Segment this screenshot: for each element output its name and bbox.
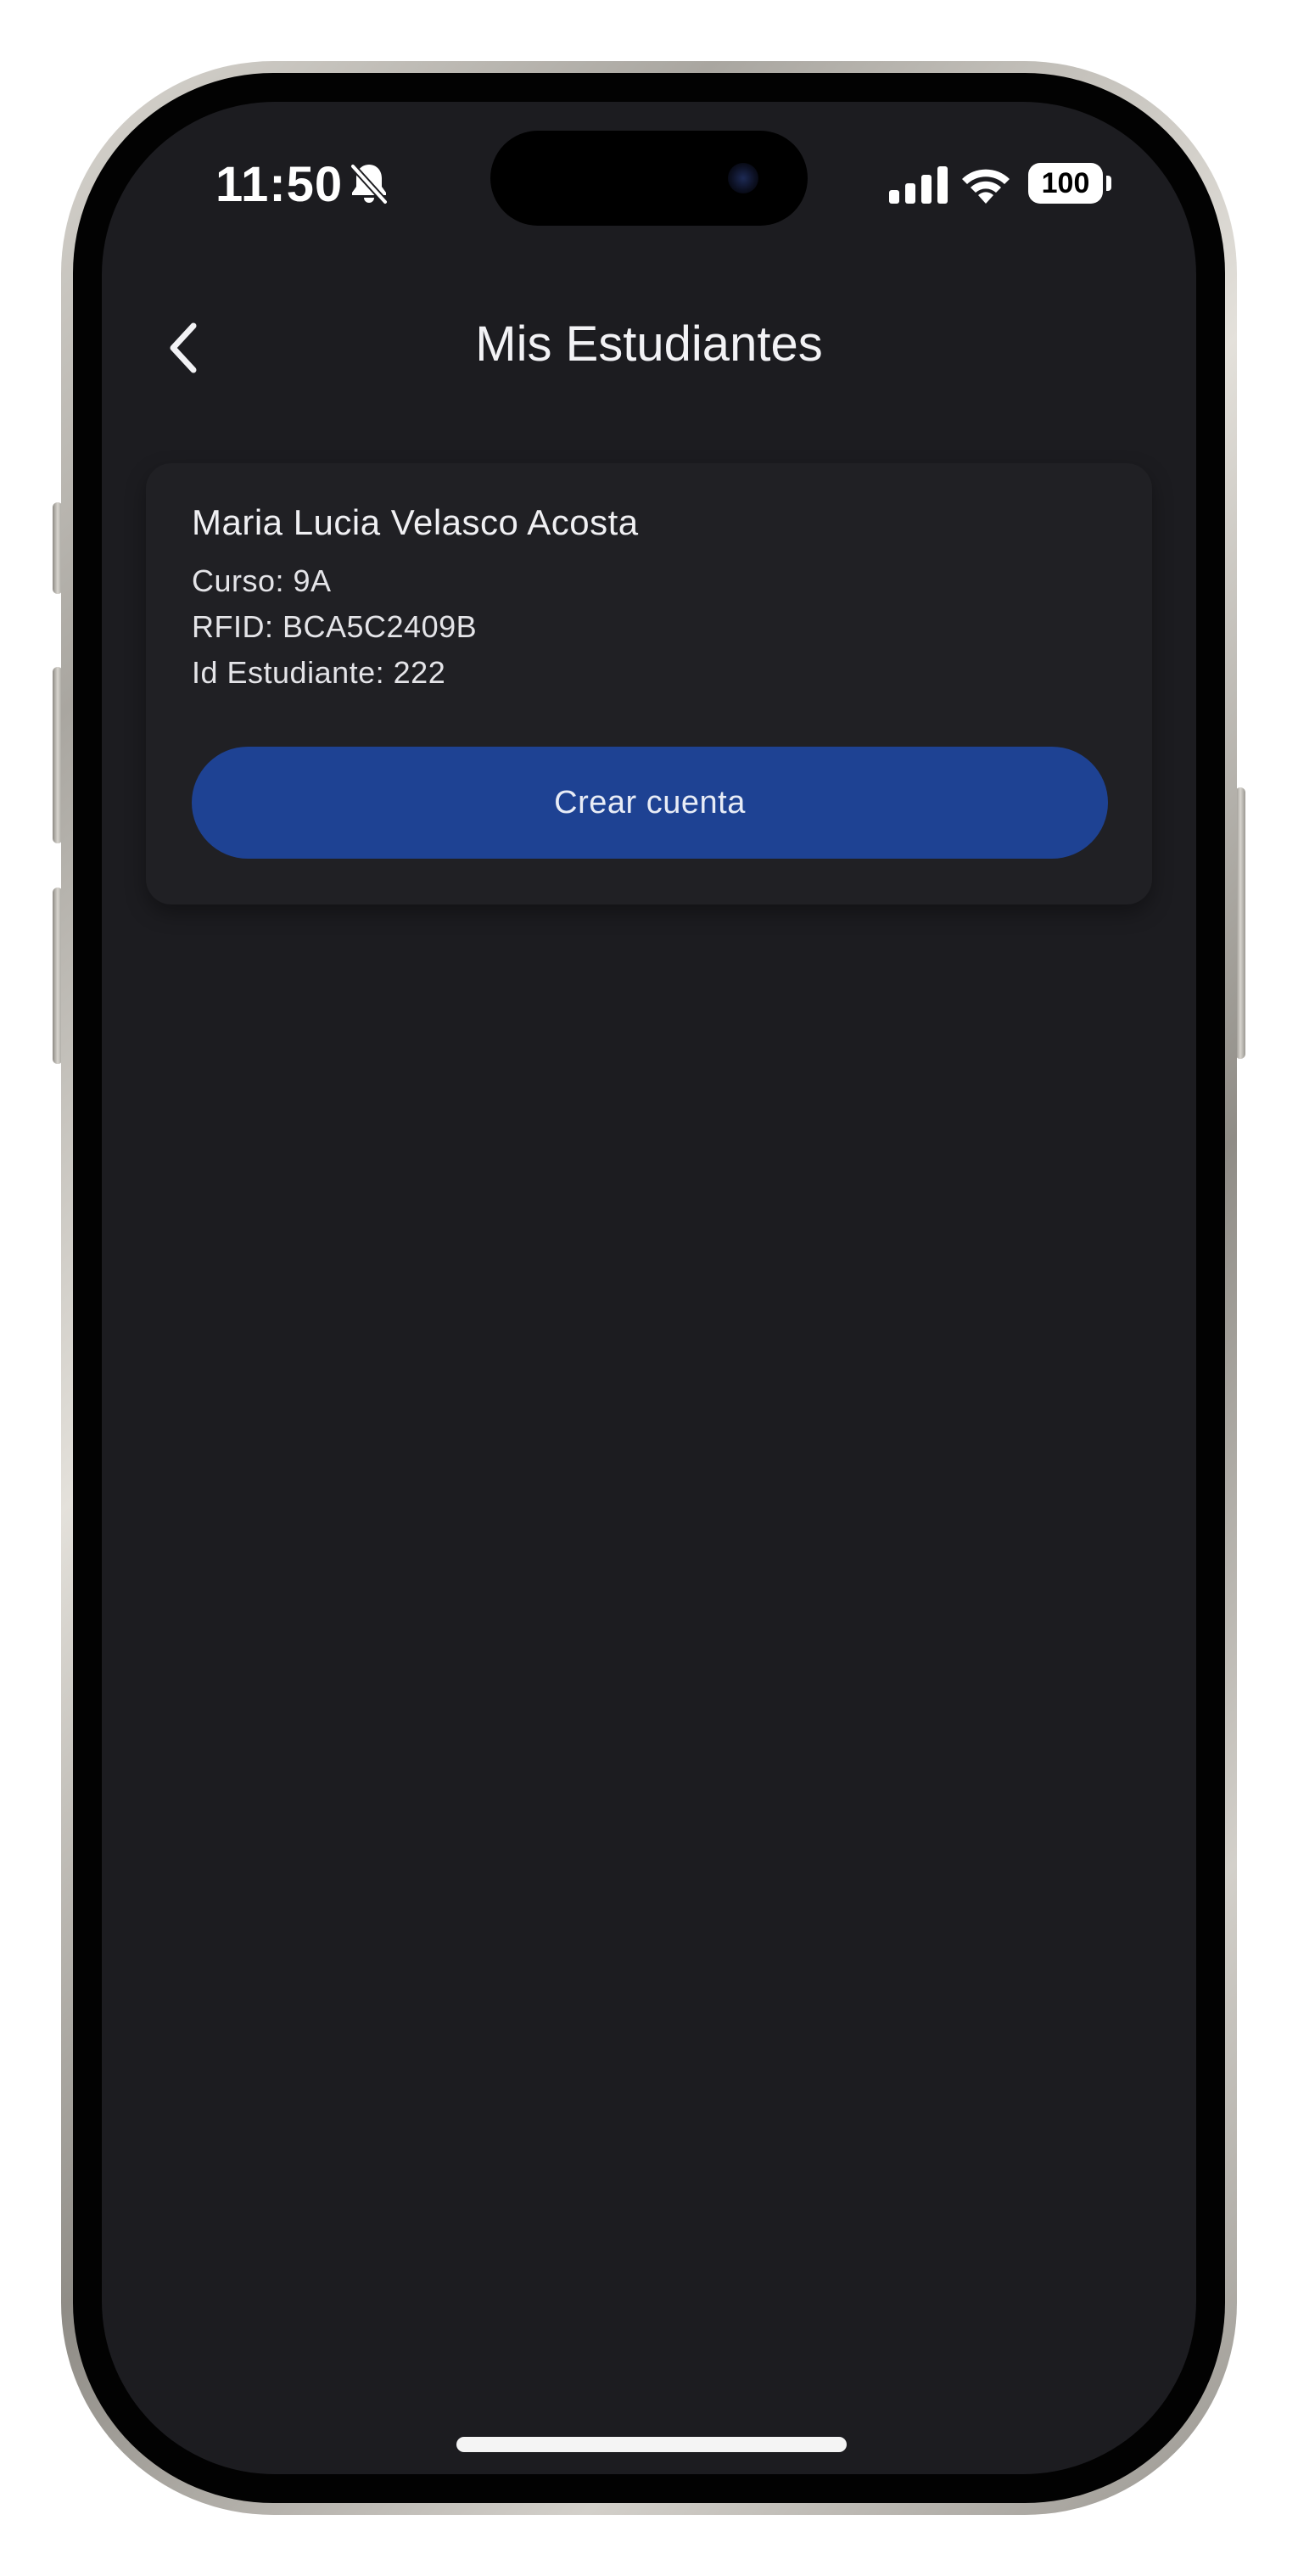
wifi-icon xyxy=(962,169,1010,204)
page-title: Mis Estudiantes xyxy=(475,316,823,372)
create-account-button[interactable]: Crear cuenta xyxy=(192,747,1108,859)
student-rfid: RFID: BCA5C2409B xyxy=(192,609,478,644)
home-indicator[interactable] xyxy=(456,2437,847,2452)
student-curso: Curso: 9A xyxy=(192,563,332,598)
battery-nub xyxy=(1106,176,1111,191)
status-time: 11:50 xyxy=(215,157,344,212)
student-card: Maria Lucia Velasco Acosta Curso: 9A RFI… xyxy=(146,463,1152,904)
student-name: Maria Lucia Velasco Acosta xyxy=(192,502,639,542)
bell-slash-icon xyxy=(350,164,388,204)
phone-screen: 11:50 100 Mis Estudiantes Maria Lucia Ve… xyxy=(102,102,1196,2474)
cellular-signal-icon xyxy=(889,166,948,204)
battery-icon: 100 xyxy=(1028,163,1103,204)
camera-icon xyxy=(728,163,758,193)
dynamic-island xyxy=(490,131,808,226)
student-id: Id Estudiante: 222 xyxy=(192,655,446,690)
